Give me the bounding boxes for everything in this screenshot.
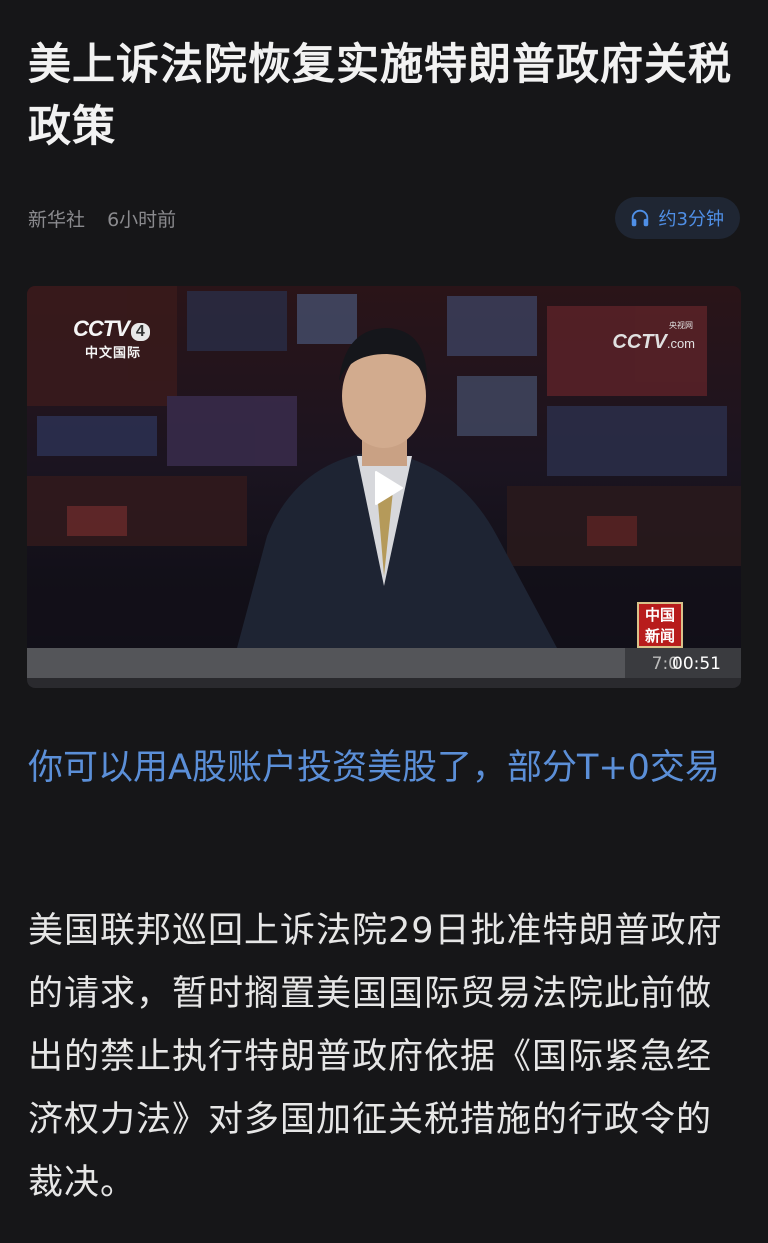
listen-button[interactable]: 约3分钟: [614, 197, 740, 239]
article-time: 6小时前: [107, 209, 177, 231]
headphones-icon: [631, 209, 648, 227]
video-control-bar[interactable]: 7:0 00:51: [27, 648, 741, 678]
video-bottom-strip: [27, 678, 741, 688]
related-article-link[interactable]: 你可以用A股账户投资美股了，部分T+0交易: [28, 738, 742, 798]
article-title: 美上诉法院恢复实施特朗普政府关税政策: [28, 40, 732, 152]
video-player[interactable]: CCTV 4 中文国际 央视网 CCTV.com 中国 新闻 7:0 00:51: [27, 286, 741, 688]
video-duration: 00:51: [672, 654, 721, 674]
china-news-logo: 中国 新闻: [637, 602, 683, 648]
article-meta: 新华社 6小时前: [28, 205, 192, 232]
cctv-com-logo: 央视网 CCTV.com: [612, 321, 695, 353]
listen-duration: 约3分钟: [658, 209, 724, 230]
cctv4-logo: CCTV 4 中文国际: [73, 316, 150, 361]
play-icon[interactable]: [374, 470, 404, 506]
article-source[interactable]: 新华社: [28, 209, 85, 231]
article-body: 美国联邦巡回上诉法院29日批准特朗普政府的请求，暂时搁置美国国际贸易法院此前做出…: [28, 911, 723, 1203]
